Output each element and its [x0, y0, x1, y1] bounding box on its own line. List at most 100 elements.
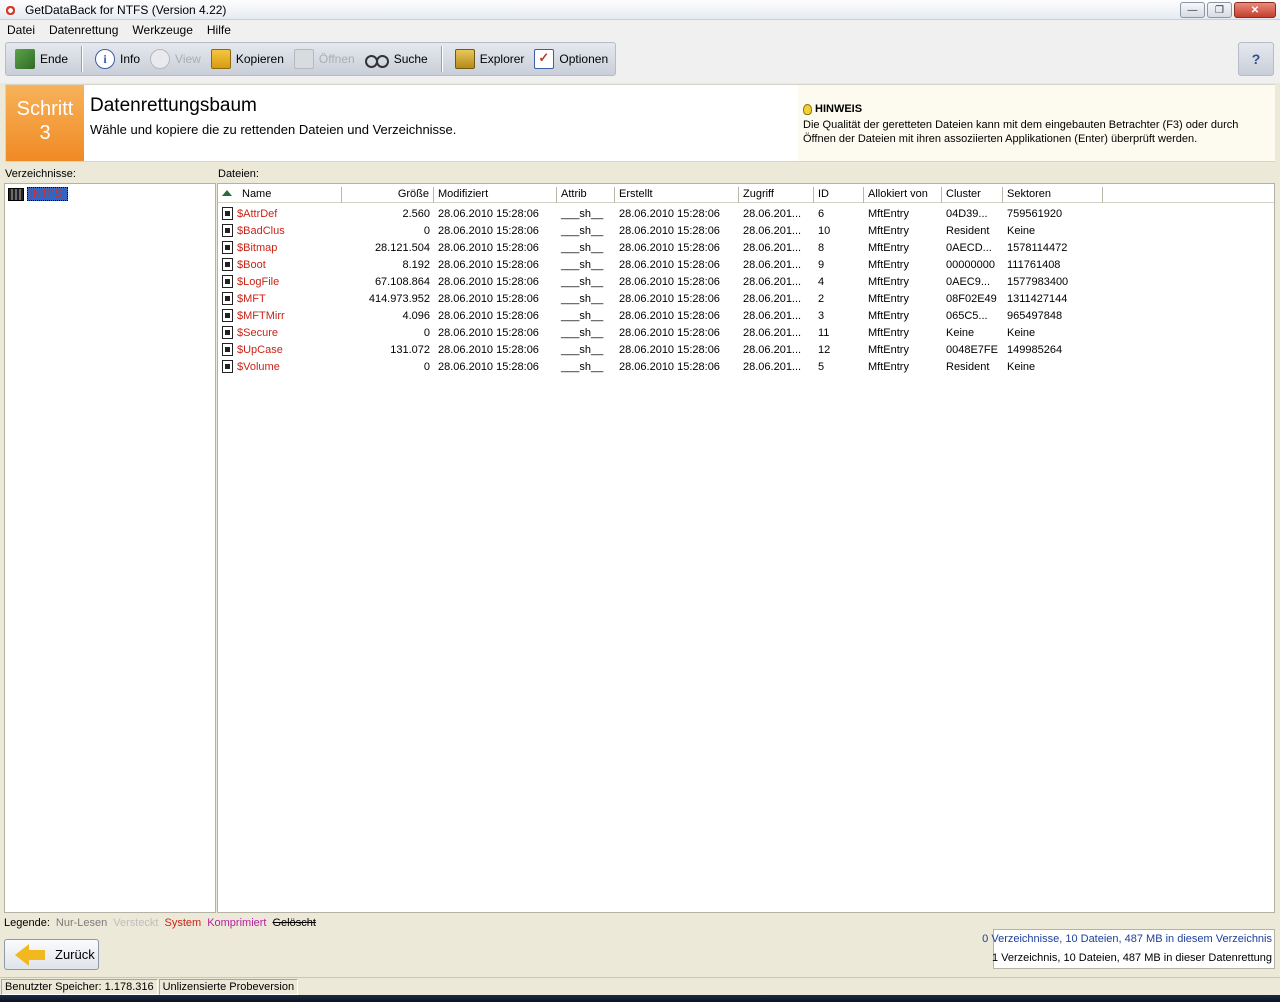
- cell-sectors: 149985264: [1007, 343, 1063, 356]
- view-button[interactable]: View: [145, 45, 206, 73]
- cell-modified: 28.06.2010 15:28:06: [438, 343, 539, 356]
- column-header-modified[interactable]: Modifiziert: [434, 187, 557, 203]
- cell-created: 28.06.2010 15:28:06: [619, 258, 720, 271]
- table-row[interactable]: $Secure 0 28.06.2010 15:28:06 ___sh__ 28.06.…: [218, 324, 1274, 341]
- cell-accessed: 28.06.201...: [743, 207, 802, 220]
- table-row[interactable]: $BadClus 0 28.06.2010 15:28:06 ___sh__ 28.06…: [218, 222, 1274, 239]
- table-row[interactable]: $Volume 0 28.06.2010 15:28:06 ___sh__ 28.06.…: [218, 358, 1274, 375]
- cell-name: $UpCase: [218, 343, 342, 356]
- cell-name: $Boot: [218, 258, 342, 271]
- cell-modified: 28.06.2010 15:28:06: [438, 326, 539, 339]
- cell-size: 0: [423, 224, 430, 237]
- exit-button[interactable]: Ende: [10, 45, 73, 73]
- cell-sectors: 1578114472: [1007, 241, 1068, 254]
- cell-id: 5: [818, 360, 825, 373]
- explorer-label: Explorer: [479, 52, 525, 66]
- cell-id: 2: [818, 292, 825, 305]
- file-icon: [222, 207, 233, 220]
- step-description: Datenrettungsbaum Wähle und kopiere die …: [84, 85, 784, 161]
- cell-accessed: 28.06.201...: [743, 292, 802, 305]
- hint-header: HINWEIS: [803, 103, 1273, 115]
- column-header-cluster[interactable]: Cluster: [942, 187, 1003, 203]
- column-header-id[interactable]: ID: [814, 187, 864, 203]
- app-icon[interactable]: [3, 2, 19, 18]
- info-icon: i: [95, 49, 116, 69]
- cell-cluster: 00000000: [946, 258, 995, 271]
- cell-name: $MFT: [218, 292, 342, 305]
- table-row[interactable]: $MFT 414.973.952 28.06.2010 15:28:06 ___sh_…: [218, 290, 1274, 307]
- folder-open-icon: [293, 49, 314, 69]
- cell-modified: 28.06.2010 15:28:06: [438, 360, 539, 373]
- cell-allocated-by: MftEntry: [868, 258, 909, 271]
- table-row[interactable]: $MFTMirr 4.096 28.06.2010 15:28:06 ___sh__ 2…: [218, 307, 1274, 324]
- cell-sectors: Keine: [1007, 326, 1036, 339]
- directory-tree[interactable]: [NTFS]: [4, 183, 216, 913]
- cell-attrib: ___sh__: [561, 326, 604, 339]
- options-button[interactable]: Optionen: [529, 45, 613, 73]
- cell-size: 8.192: [402, 258, 430, 271]
- cell-allocated-by: MftEntry: [868, 292, 909, 305]
- step-indicator: Schritt 3: [6, 85, 84, 161]
- binoculars-icon: [364, 49, 389, 69]
- cell-accessed: 28.06.201...: [743, 343, 802, 356]
- explorer-button[interactable]: Explorer: [450, 45, 530, 73]
- copy-button[interactable]: Kopieren: [206, 45, 289, 73]
- cell-created: 28.06.2010 15:28:06: [619, 224, 720, 237]
- cell-size: 131.072: [390, 343, 430, 356]
- cell-size: 0: [423, 360, 430, 373]
- file-name: $LogFile: [237, 275, 280, 288]
- cell-attrib: ___sh__: [561, 292, 604, 305]
- tree-node-label[interactable]: [NTFS]: [27, 187, 68, 201]
- file-icon: [222, 241, 233, 254]
- menu-hilfe[interactable]: Hilfe: [200, 23, 238, 37]
- cell-sectors: Keine: [1007, 224, 1036, 237]
- cell-cluster: Resident: [946, 224, 990, 237]
- cell-accessed: 28.06.201...: [743, 360, 802, 373]
- table-row[interactable]: $LogFile 67.108.864 28.06.2010 15:28:06 ___…: [218, 273, 1274, 290]
- column-header-attrib[interactable]: Attrib: [557, 187, 615, 203]
- cell-cluster: 0AEC9...: [946, 275, 991, 288]
- minimize-button[interactable]: —: [1180, 2, 1205, 18]
- help-button[interactable]: ?: [1238, 42, 1274, 76]
- table-row[interactable]: $Bitmap 28.121.504 28.06.2010 15:28:06 ___s…: [218, 239, 1274, 256]
- column-header-allocated-by[interactable]: Allokiert von: [864, 187, 942, 203]
- column-header-accessed[interactable]: Zugriff: [739, 187, 814, 203]
- info-button[interactable]: i Info: [90, 45, 145, 73]
- close-button[interactable]: ✕: [1234, 2, 1276, 18]
- cell-attrib: ___sh__: [561, 343, 604, 356]
- column-header-sectors[interactable]: Sektoren: [1003, 187, 1103, 203]
- cell-created: 28.06.2010 15:28:06: [619, 360, 720, 373]
- back-label: Zurück: [55, 947, 95, 962]
- table-row[interactable]: $AttrDef 2.560 28.06.2010 15:28:06 ___sh__ 2…: [218, 205, 1274, 222]
- menu-datei[interactable]: Datei: [0, 23, 42, 37]
- cell-sectors: 111761408: [1007, 258, 1061, 271]
- table-row[interactable]: $Boot 8.192 28.06.2010 15:28:06 ___sh__ 28.0…: [218, 256, 1274, 273]
- file-icon: [222, 275, 233, 288]
- maximize-button[interactable]: ❐: [1207, 2, 1232, 18]
- back-button[interactable]: Zurück: [4, 939, 99, 970]
- search-button[interactable]: Suche: [360, 45, 433, 73]
- column-header-name[interactable]: Name: [218, 187, 342, 203]
- cell-created: 28.06.2010 15:28:06: [619, 275, 720, 288]
- table-row[interactable]: $UpCase 131.072 28.06.2010 15:28:06 ___sh__…: [218, 341, 1274, 358]
- column-header-created[interactable]: Erstellt: [615, 187, 739, 203]
- file-icon: [222, 258, 233, 271]
- column-header-size[interactable]: Größe: [342, 187, 434, 203]
- file-list[interactable]: Name Größe Modifiziert Attrib Erstellt Z…: [217, 183, 1275, 913]
- menu-werkzeuge[interactable]: Werkzeuge: [125, 23, 199, 37]
- cell-cluster: 04D39...: [946, 207, 988, 220]
- menu-datenrettung[interactable]: Datenrettung: [42, 23, 125, 37]
- directory-summary: 0 Verzeichnisse, 10 Dateien, 487 MB in d…: [982, 933, 1272, 945]
- file-name: $UpCase: [237, 343, 283, 356]
- open-button[interactable]: Öffnen: [289, 45, 360, 73]
- cell-modified: 28.06.2010 15:28:06: [438, 275, 539, 288]
- file-name: $Secure: [237, 326, 278, 339]
- cell-created: 28.06.2010 15:28:06: [619, 343, 720, 356]
- help-icon: ?: [1251, 51, 1261, 67]
- cell-cluster: Keine: [946, 326, 975, 339]
- file-rows: $AttrDef 2.560 28.06.2010 15:28:06 ___sh__ 2…: [218, 205, 1274, 375]
- tree-node-root[interactable]: [NTFS]: [8, 187, 68, 201]
- cell-modified: 28.06.2010 15:28:06: [438, 224, 539, 237]
- file-name: $MFTMirr: [237, 309, 285, 322]
- cell-allocated-by: MftEntry: [868, 326, 909, 339]
